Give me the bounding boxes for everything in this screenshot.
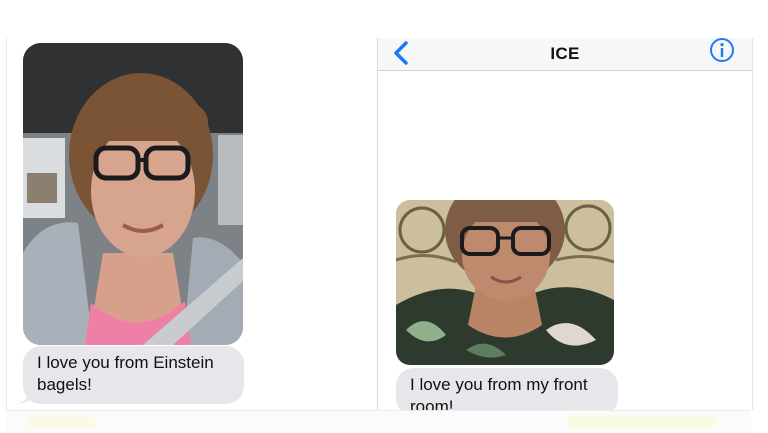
selfie-in-car-photo[interactable] [23, 43, 243, 345]
strip-highlight-left [26, 415, 96, 429]
left-conversation-panel: I love you from Einstein bagels! [6, 38, 377, 410]
message-bubble-left[interactable]: I love you from Einstein bagels! [23, 346, 244, 404]
selfie-at-home-photo[interactable] [396, 200, 614, 365]
message-bubble-right[interactable]: I love you from my front room! [396, 368, 618, 410]
message-input-strip[interactable] [6, 410, 751, 433]
strip-highlight-right [566, 415, 716, 429]
navigation-bar: ICE [378, 38, 752, 71]
message-text-left: I love you from Einstein bagels! [37, 353, 214, 394]
right-conversation-panel: ICE I love you from my front room! [377, 38, 753, 410]
message-text-right: I love you from my front room! [410, 375, 588, 410]
selfie-in-car-image [23, 43, 243, 345]
selfie-at-home-image [396, 200, 614, 365]
bubble-tail-icon [17, 390, 31, 404]
contact-title[interactable]: ICE [378, 44, 752, 64]
info-circle-icon[interactable] [708, 38, 736, 66]
screenshot-canvas: I love you from Einstein bagels! ICE I l… [0, 0, 768, 433]
